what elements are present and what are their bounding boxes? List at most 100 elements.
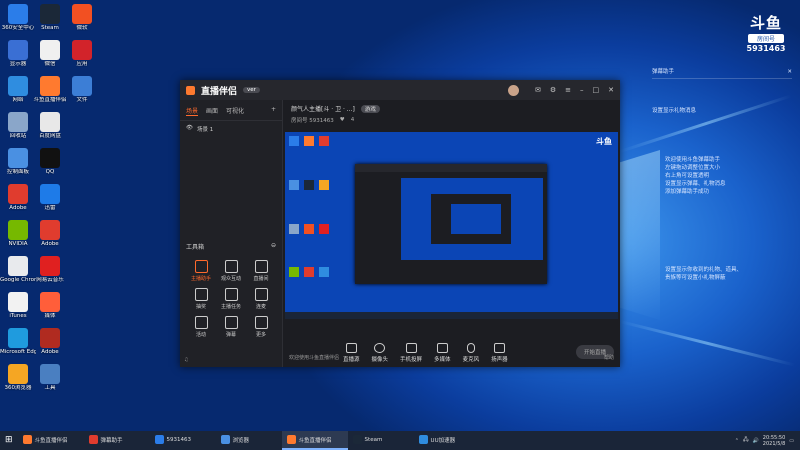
- chevron-up-icon[interactable]: ⌃: [735, 438, 739, 444]
- desktop-icon-label: 文件: [76, 97, 88, 103]
- desktop-icon[interactable]: Google Chrome: [0, 256, 36, 283]
- settings-icon[interactable]: ⚙: [550, 86, 556, 94]
- taskbar-item[interactable]: Steam: [348, 431, 414, 450]
- desktop-icon[interactable]: 微信: [32, 40, 68, 67]
- tab-visual[interactable]: 可视化: [226, 106, 244, 116]
- room-number: 5931463: [746, 44, 786, 53]
- desktop-icon[interactable]: Steam: [32, 4, 68, 31]
- eye-icon[interactable]: 👁: [186, 125, 193, 133]
- tool-item[interactable]: 观众互动: [216, 260, 246, 282]
- desktop-icon-label: 控制面板: [6, 169, 29, 175]
- start-button[interactable]: ⊞: [0, 431, 18, 450]
- desktop-icon[interactable]: 百度网盘: [32, 112, 68, 139]
- tool-item[interactable]: 更多: [246, 316, 276, 338]
- preview-taskbar: [285, 312, 618, 319]
- app-icon: [8, 40, 28, 60]
- message-icon[interactable]: ✉: [535, 86, 541, 94]
- app-icon: [8, 364, 28, 384]
- welcome-line: 左键拖动调整位置大小: [665, 165, 721, 171]
- desktop-icon-label: Adobe: [41, 349, 59, 355]
- desktop-icon[interactable]: 360安全中心: [0, 4, 36, 31]
- tool-item[interactable]: 连麦: [246, 288, 276, 310]
- desktop-icon[interactable]: 媒体: [32, 292, 68, 319]
- desktop-icon[interactable]: QQ: [32, 148, 68, 175]
- taskbar-item[interactable]: 弹幕助手: [84, 431, 150, 450]
- desktop-icon[interactable]: 微软: [64, 4, 100, 31]
- stream-title[interactable]: 颜气人主播[斗 · 卫 · ...]: [291, 104, 355, 113]
- toolbox-title: 工具箱: [186, 244, 205, 251]
- stream-tag[interactable]: 游戏: [360, 104, 380, 113]
- app-icon: [40, 40, 60, 60]
- desktop-icon[interactable]: 控制面板: [0, 148, 36, 175]
- menu-icon[interactable]: ≡: [565, 86, 571, 94]
- maximize-icon[interactable]: □: [593, 86, 600, 94]
- streaming-app-window: 直播伴侣 ver ✉ ⚙ ≡ – □ ✕ 场景 画面 可视化 + 👁 场景 1 …: [180, 80, 620, 367]
- app-icon: [40, 292, 60, 312]
- tool-item[interactable]: 活动: [186, 316, 216, 338]
- desktop-icon[interactable]: 回收站: [0, 112, 36, 139]
- tool-item[interactable]: 主播助手: [186, 260, 216, 282]
- tab-canvas[interactable]: 画面: [206, 106, 218, 116]
- desktop-icon-label: 斗鱼直播伴侣: [33, 97, 67, 103]
- taskbar-item-label: UU加速器: [430, 437, 456, 444]
- tab-scenes[interactable]: 场景: [186, 106, 199, 116]
- notification-icon[interactable]: ▭: [789, 438, 794, 444]
- desktop-icon[interactable]: Adobe: [32, 328, 68, 355]
- scene-item[interactable]: 👁 场景 1: [180, 121, 282, 137]
- desktop-icon-label: 360浏览器: [4, 385, 32, 391]
- taskbar-item[interactable]: 斗鱼直播伴侣: [281, 431, 348, 450]
- desktop-icon[interactable]: 文件: [64, 76, 100, 103]
- app-icon: [40, 364, 60, 384]
- desktop-icon[interactable]: iTunes: [0, 292, 36, 319]
- desktop-icon[interactable]: 显示器: [0, 40, 36, 67]
- desktop-icon-label: 显示器: [9, 61, 27, 67]
- toolbox-header: 工具箱 ⊖: [186, 242, 276, 251]
- stream-preview[interactable]: 斗鱼: [285, 132, 618, 319]
- taskbar-item[interactable]: 5931463: [150, 431, 216, 450]
- add-icon[interactable]: +: [271, 106, 276, 116]
- network-icon[interactable]: 🖧: [743, 437, 749, 445]
- close-icon[interactable]: ✕: [608, 86, 614, 94]
- taskbar-item[interactable]: 斗鱼直播伴侣: [18, 431, 84, 450]
- desktop-icon[interactable]: 斗鱼直播伴侣: [32, 76, 68, 103]
- fans-count: 4: [350, 117, 355, 123]
- welcome-line: 设置显示弹幕、礼物消息: [665, 181, 726, 187]
- welcome-line: 右上角可设置透明: [665, 173, 710, 179]
- desktop-icon[interactable]: 应用: [64, 40, 100, 67]
- minimize-icon[interactable]: –: [580, 86, 584, 94]
- tool-item[interactable]: 主播任务: [216, 288, 246, 310]
- taskbar-item-label: 斗鱼直播伴侣: [34, 437, 68, 444]
- desktop-icon-label: NVIDIA: [8, 241, 28, 247]
- avatar[interactable]: [507, 84, 519, 96]
- app-icon: [8, 148, 28, 168]
- left-footer-icon: ♫: [184, 357, 189, 363]
- nested-preview-window: [355, 164, 547, 284]
- tool-item[interactable]: 直播间: [246, 260, 276, 282]
- desktop-icon[interactable]: Adobe: [0, 184, 36, 211]
- clock[interactable]: 20:55:50 2021/5/8: [763, 435, 785, 447]
- tool-label: 更多: [255, 332, 266, 338]
- desktop-icon[interactable]: NVIDIA: [0, 220, 36, 247]
- desktop-icon-label: Adobe: [9, 205, 27, 211]
- desktop-icon[interactable]: 工具: [32, 364, 68, 391]
- collapse-icon[interactable]: ⊖: [271, 242, 276, 251]
- desktop-icon[interactable]: Adobe: [32, 220, 68, 247]
- app-icon: [40, 328, 60, 348]
- desktop-icon-label: QQ: [45, 169, 55, 175]
- close-icon[interactable]: ✕: [787, 68, 792, 76]
- tool-item[interactable]: 弹幕: [216, 316, 246, 338]
- welcome-line: 欢迎使用斗鱼弹幕助手: [665, 157, 721, 163]
- desktop-icon-label: iTunes: [9, 313, 27, 319]
- left-panel: 场景 画面 可视化 + 👁 场景 1 工具箱 ⊖ 主播助手 观众互动 直播间 抽…: [180, 100, 283, 367]
- desktop-icon[interactable]: 迅雷: [32, 184, 68, 211]
- desktop-icon[interactable]: 360浏览器: [0, 364, 36, 391]
- app-title: 直播伴侣: [201, 86, 238, 97]
- desktop-icon[interactable]: 网易云音乐: [32, 256, 68, 283]
- help-link[interactable]: 帮助: [604, 354, 614, 361]
- tool-item[interactable]: 抽奖: [186, 288, 216, 310]
- volume-icon[interactable]: 🔊: [753, 438, 759, 444]
- desktop-icon[interactable]: Microsoft Edge: [0, 328, 36, 355]
- desktop-icon[interactable]: 网络: [0, 76, 36, 103]
- taskbar-item[interactable]: 浏览器: [216, 431, 282, 450]
- taskbar-item[interactable]: UU加速器: [414, 431, 480, 450]
